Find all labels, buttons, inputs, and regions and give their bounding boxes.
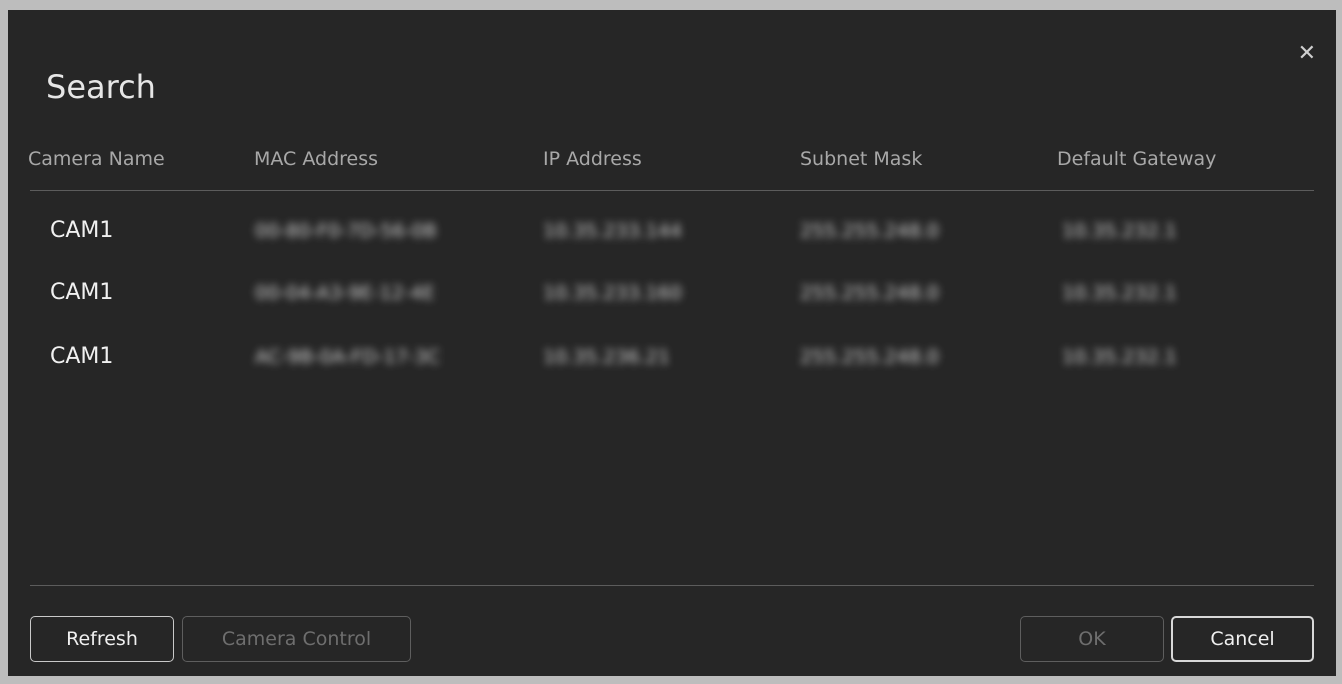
subnet-mask-cell: 255.255.248.0	[800, 282, 940, 304]
ip-address-cell: 10.35.233.160	[543, 282, 683, 304]
search-dialog: Search ✕ Camera Name MAC Address IP Addr…	[8, 10, 1336, 676]
refresh-button[interactable]: Refresh	[30, 616, 174, 662]
mac-address-cell: 00-04-A3-9E-12-4E	[255, 282, 435, 304]
default-gateway-cell: 10.35.232.1	[1062, 282, 1177, 304]
default-gateway-cell: 10.35.232.1	[1062, 346, 1177, 368]
column-header-default-gateway[interactable]: Default Gateway	[1057, 148, 1216, 170]
camera-name-cell: CAM1	[50, 280, 114, 305]
camera-control-button[interactable]: Camera Control	[182, 616, 411, 662]
camera-name-cell: CAM1	[50, 218, 114, 243]
footer-divider	[30, 585, 1314, 586]
column-header-mac-address[interactable]: MAC Address	[254, 148, 378, 170]
close-icon[interactable]: ✕	[1298, 43, 1316, 65]
subnet-mask-cell: 255.255.248.0	[800, 346, 940, 368]
mac-address-cell: AC-9B-0A-FD-17-3C	[255, 346, 441, 368]
header-divider	[30, 190, 1314, 191]
ok-button[interactable]: OK	[1020, 616, 1164, 662]
ip-address-cell: 10.35.233.144	[543, 220, 683, 242]
column-header-camera-name[interactable]: Camera Name	[28, 148, 165, 170]
default-gateway-cell: 10.35.232.1	[1062, 220, 1177, 242]
ip-address-cell: 10.35.236.21	[543, 346, 670, 368]
table-row[interactable]: CAM1 AC-9B-0A-FD-17-3C 10.35.236.21 255.…	[30, 328, 1314, 390]
camera-name-cell: CAM1	[50, 344, 114, 369]
column-header-subnet-mask[interactable]: Subnet Mask	[800, 148, 922, 170]
table-row[interactable]: CAM1 00-80-F0-7D-56-0B 10.35.233.144 255…	[30, 202, 1314, 264]
subnet-mask-cell: 255.255.248.0	[800, 220, 940, 242]
mac-address-cell: 00-80-F0-7D-56-0B	[255, 220, 437, 242]
column-header-ip-address[interactable]: IP Address	[543, 148, 642, 170]
dialog-title: Search	[46, 68, 156, 106]
cancel-button[interactable]: Cancel	[1171, 616, 1314, 662]
table-row[interactable]: CAM1 00-04-A3-9E-12-4E 10.35.233.160 255…	[30, 264, 1314, 326]
